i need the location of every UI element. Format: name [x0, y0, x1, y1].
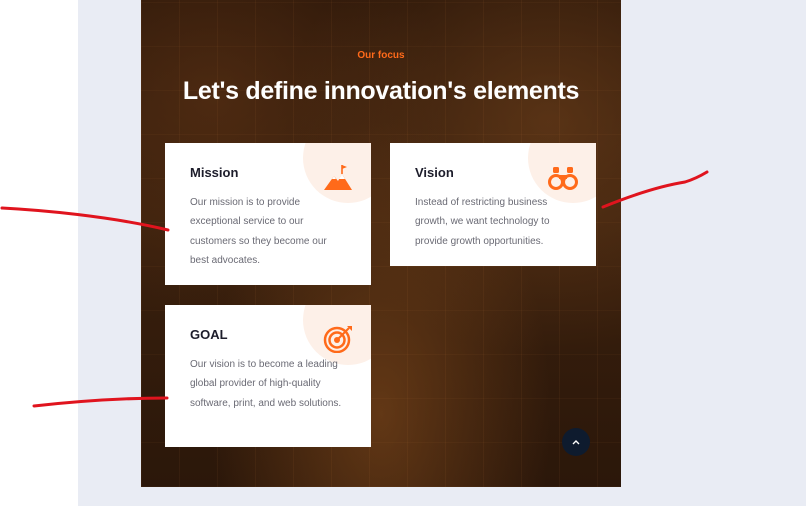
goal-title: GOAL: [190, 327, 228, 342]
scroll-to-top-button[interactable]: [562, 428, 590, 456]
mission-title: Mission: [190, 165, 239, 180]
goal-text: Our vision is to become a leading global…: [190, 359, 342, 409]
vision-text: Instead of restricting business growth, …: [415, 197, 550, 247]
mission-text: Our mission is to provide exceptional se…: [190, 197, 327, 266]
chevron-up-icon: [572, 440, 580, 445]
vision-title: Vision: [415, 165, 454, 180]
vision-card: Vision Instead of restricting business g…: [390, 143, 596, 266]
section-title: Let's define innovation's elements: [182, 77, 580, 105]
mission-card: Mission Our mission is to provide except…: [165, 143, 371, 285]
goal-card: GOAL Our vision is to become a leading g…: [165, 305, 371, 447]
section-eyebrow: Our focus: [357, 50, 405, 61]
